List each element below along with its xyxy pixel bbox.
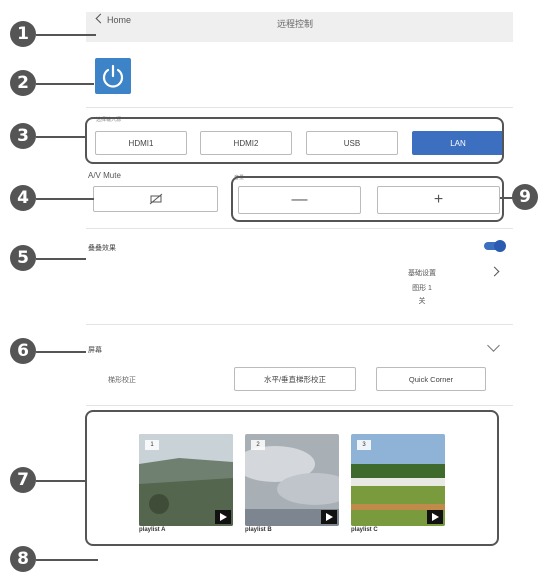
back-label: Home (107, 15, 132, 25)
toggle-knob (494, 240, 506, 252)
av-mute-icon (149, 193, 162, 205)
overlay-info-1: 基础设置 (408, 270, 436, 277)
callout-6: 6 (10, 338, 36, 364)
callout-8: 8 (10, 546, 36, 572)
callout-leader (36, 480, 86, 482)
av-mute-button[interactable] (93, 186, 218, 212)
callout-leader (36, 559, 98, 561)
callout-1: 1 (10, 21, 36, 47)
overlay-toggle[interactable] (484, 240, 506, 252)
callout-7: 7 (10, 467, 36, 493)
divider (86, 107, 513, 108)
chevron-left-icon (95, 13, 106, 24)
divider (86, 324, 513, 325)
callout-leader (36, 258, 86, 260)
av-mute-label: A/V Mute (88, 171, 121, 180)
overlay-label: 叠叠效果 (88, 245, 116, 252)
divider (86, 405, 513, 406)
callout-9: 9 (512, 184, 538, 210)
page-title: 远程控制 (276, 19, 313, 29)
callout-3: 3 (10, 123, 36, 149)
home-back-link[interactable]: Home (95, 13, 132, 25)
divider (86, 228, 513, 229)
callout-2: 2 (10, 70, 36, 96)
overlay-info-2: 图形 1 (412, 285, 432, 292)
callout-leader (36, 351, 86, 353)
power-button[interactable] (95, 58, 131, 94)
callout-leader (36, 198, 94, 200)
callout-4: 4 (10, 185, 36, 211)
overlay-info-3: 关 (418, 298, 426, 305)
callout-highlight-7 (85, 410, 499, 546)
callout-highlight-3 (85, 117, 504, 164)
callout-leader (36, 34, 96, 36)
hv-keystone-button[interactable]: 水平/垂直梯形校正 (234, 367, 356, 391)
callout-5: 5 (10, 245, 36, 271)
callout-leader (36, 83, 94, 85)
callout-highlight-9 (231, 176, 504, 222)
quick-corner-button[interactable]: Quick Corner (376, 367, 486, 391)
screen-label: 屏幕 (88, 347, 102, 354)
keystone-label: 梯形校正 (108, 377, 136, 384)
callout-leader (36, 136, 86, 138)
power-icon (102, 64, 124, 88)
